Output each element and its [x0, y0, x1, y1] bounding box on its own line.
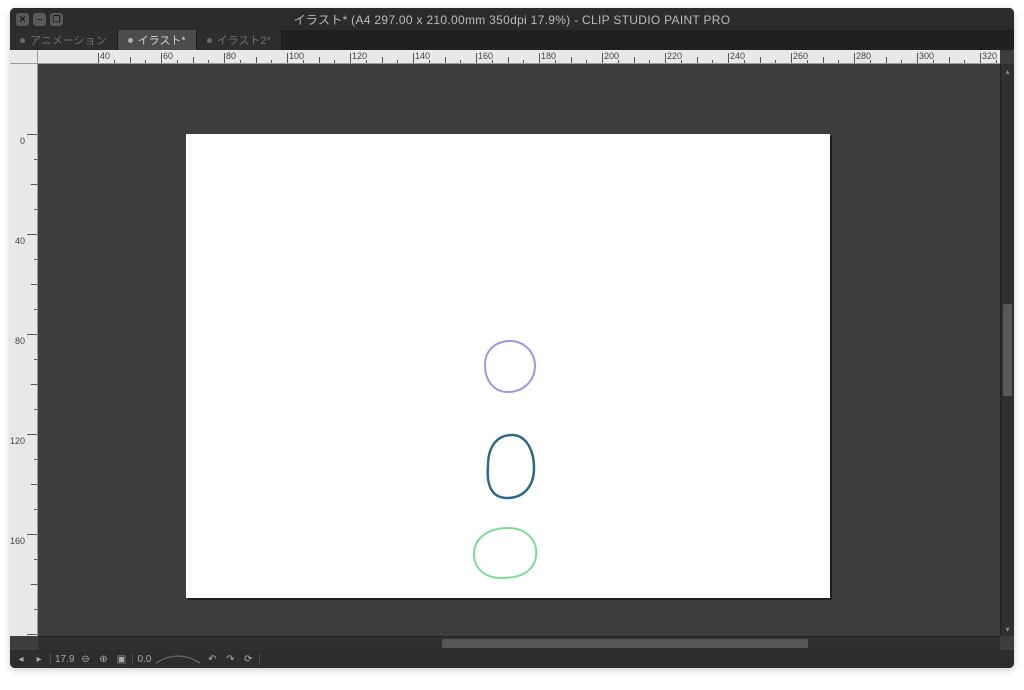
- rotate-left-icon[interactable]: ↶: [205, 652, 219, 666]
- tab-label: アニメーション: [30, 32, 107, 48]
- canvas[interactable]: [186, 134, 830, 598]
- ruler-label: 80: [15, 336, 25, 346]
- maximize-button[interactable]: ❐: [50, 13, 63, 26]
- scroll-up-icon[interactable]: ▴: [1001, 64, 1014, 78]
- ruler-label: 0: [20, 136, 25, 146]
- window-title: イラスト* (A4 297.00 x 210.00mm 350dpi 17.9%…: [10, 11, 1014, 28]
- workspace: 4060801001201401601802002202402602803003…: [10, 50, 1014, 650]
- tab-illust2[interactable]: イラスト2*: [197, 30, 282, 50]
- ruler-label: 80: [226, 51, 236, 61]
- canvas-viewport[interactable]: [38, 64, 1000, 636]
- tab-illust[interactable]: イラスト*: [118, 30, 197, 50]
- ruler-vertical[interactable]: 04080120160200: [10, 64, 38, 636]
- scroll-thumb-v[interactable]: [1003, 304, 1012, 396]
- scroll-thumb-h[interactable]: [442, 639, 808, 648]
- drawn-shape-purple: [485, 341, 535, 392]
- zoom-in-icon[interactable]: ⊕: [96, 652, 110, 666]
- close-button[interactable]: ✕: [16, 13, 29, 26]
- minimize-button[interactable]: –: [33, 13, 46, 26]
- zoom-value: 17.9: [55, 654, 74, 665]
- rotation-slider[interactable]: [155, 653, 201, 665]
- app-window: ✕ – ❐ イラスト* (A4 297.00 x 210.00mm 350dpi…: [10, 8, 1014, 668]
- ruler-label: 60: [163, 51, 173, 61]
- tab-label: イラスト*: [138, 32, 186, 48]
- ruler-horizontal[interactable]: 4060801001201401601802002202402602803003…: [38, 50, 1000, 64]
- ruler-label: 120: [10, 436, 25, 446]
- ruler-label: 160: [10, 536, 25, 546]
- tab-animation[interactable]: アニメーション: [10, 30, 118, 50]
- ruler-corner: [10, 50, 38, 64]
- titlebar: ✕ – ❐ イラスト* (A4 297.00 x 210.00mm 350dpi…: [10, 8, 1014, 30]
- rotate-right-icon[interactable]: ↷: [223, 652, 237, 666]
- scrollbar-horizontal[interactable]: [38, 636, 1000, 650]
- scroll-down-icon[interactable]: ▾: [1001, 622, 1014, 636]
- nav-next-icon[interactable]: ▸: [32, 652, 46, 666]
- fit-screen-icon[interactable]: ▣: [114, 652, 128, 666]
- reset-icon[interactable]: ⟳: [241, 652, 255, 666]
- rotation-value: 0.0: [137, 654, 151, 665]
- scrollbar-vertical[interactable]: ▴ ▾: [1000, 64, 1014, 636]
- zoom-out-icon[interactable]: ⊖: [78, 652, 92, 666]
- status-bar: ◂ ▸ 17.9 ⊖ ⊕ ▣ 0.0 ↶ ↷ ⟳: [10, 650, 1014, 668]
- drawn-shape-teal: [488, 435, 534, 498]
- drawn-shape-green: [474, 528, 536, 578]
- ruler-label: 40: [15, 236, 25, 246]
- nav-prev-icon[interactable]: ◂: [14, 652, 28, 666]
- tab-bar: アニメーション イラスト* イラスト2*: [10, 30, 1014, 50]
- tab-label: イラスト2*: [217, 32, 271, 48]
- ruler-label: 40: [100, 51, 110, 61]
